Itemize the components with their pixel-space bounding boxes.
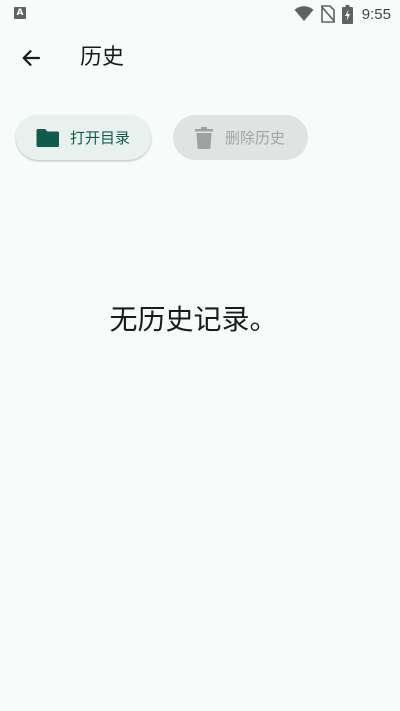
page-title: 历史 bbox=[80, 45, 125, 70]
status-icons: 9:55 bbox=[294, 4, 391, 24]
open-directory-button[interactable]: 打开目录 bbox=[16, 115, 151, 160]
no-sim-icon bbox=[320, 5, 335, 23]
folder-icon bbox=[36, 128, 59, 147]
delete-history-label: 删除历史 bbox=[225, 129, 286, 147]
back-button[interactable] bbox=[11, 38, 51, 78]
status-time: 9:55 bbox=[361, 5, 391, 23]
notification-icon: A bbox=[14, 7, 26, 19]
notification-icon-glyph: A bbox=[16, 8, 24, 18]
open-directory-label: 打开目录 bbox=[70, 129, 131, 147]
trash-icon bbox=[195, 126, 213, 149]
app-bar: 历史 bbox=[0, 28, 400, 88]
battery-charging-icon bbox=[341, 4, 353, 24]
status-bar: A 9:55 bbox=[0, 0, 400, 28]
wifi-icon bbox=[294, 6, 314, 21]
delete-history-button[interactable]: 删除历史 bbox=[173, 115, 308, 160]
arrow-back-icon bbox=[22, 50, 41, 66]
empty-history-message: 无历史记录。 bbox=[109, 303, 278, 336]
